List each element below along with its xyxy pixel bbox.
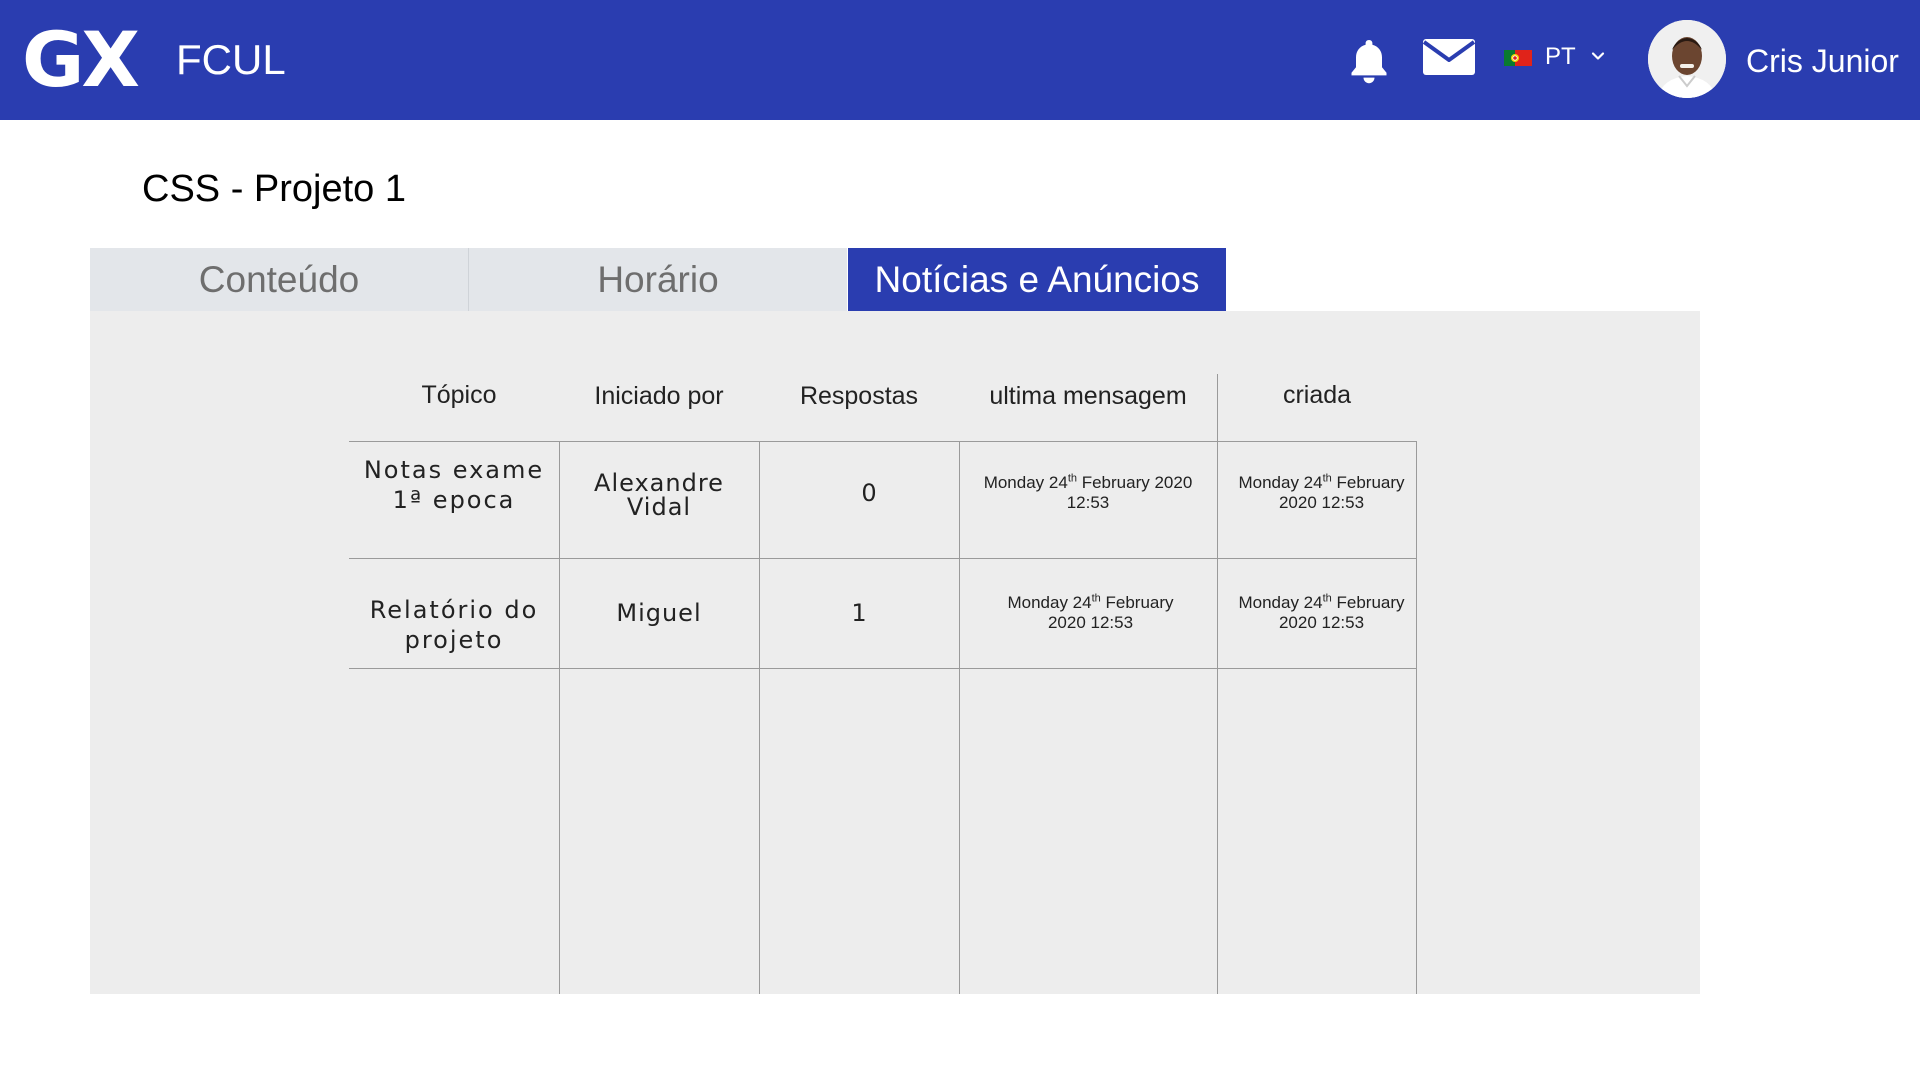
topic-line: Notas exame [363,456,545,484]
tab-noticias-e-anuncios[interactable]: Notícias e Anúncios [848,248,1226,311]
gx-logo[interactable]: GX [22,22,140,98]
table-row-created: Monday 24th February 2020 12:53 [1217,590,1426,636]
column-header-respostas[interactable]: Respostas [759,371,959,421]
date-line: 2020 12:53 [1278,613,1365,632]
date-line: Monday 24th February 2020 [983,472,1193,492]
user-name[interactable]: Cris Junior [1746,42,1899,80]
table-row-topic[interactable]: Relatório do projeto [349,590,559,660]
mail-icon[interactable] [1422,38,1476,76]
bell-icon[interactable] [1348,38,1390,84]
table-column-divider [759,441,760,994]
table-row-author: Miguel [616,599,702,627]
author-line: Alexandre [594,469,724,497]
portugal-flag-icon[interactable] [1504,50,1532,66]
column-header-topico[interactable]: Tópico [359,370,559,420]
app-name: FCUL [176,36,286,83]
user-avatar[interactable] [1648,20,1726,98]
table-column-divider [1217,374,1218,994]
date-line: Monday 24th February [1007,592,1174,612]
table-row-divider [349,441,1417,442]
date-line: 2020 12:53 [1278,493,1365,512]
column-header-iniciado-por[interactable]: Iniciado por [559,371,759,421]
date-line: 2020 12:53 [1047,613,1134,632]
column-header-criada[interactable]: criada [1217,370,1417,420]
table-row-replies: 0 [861,479,877,507]
date-line: 12:53 [1066,493,1110,512]
table-row-created: Monday 24th February 2020 12:53 [1217,470,1426,516]
table-row-last-message: Monday 24th February 2020 12:53 [959,590,1222,636]
top-navigation-bar: GX FCUL PT Cris Junior [0,0,1920,120]
table-row-divider [349,558,1417,559]
table-row-last-message: Monday 24th February 2020 12:53 [959,470,1217,516]
author-line: Vidal [626,493,692,521]
tab-conteudo[interactable]: Conteúdo [90,248,468,311]
topic-line: Relatório do [369,596,539,624]
chevron-down-icon[interactable] [1590,48,1606,64]
column-header-ultima-mensagem[interactable]: ultima mensagem [959,371,1217,421]
page-title: CSS - Projeto 1 [142,168,406,210]
table-row-author: Alexandre Vidal [559,465,759,525]
table-column-divider [959,441,960,994]
topic-line: 1ª epoca [392,486,516,514]
table-row-replies: 1 [851,599,867,627]
table-row-divider [349,668,1417,669]
tab-horario[interactable]: Horário [469,248,847,311]
topic-line: projeto [404,626,504,654]
table-column-divider [1416,441,1417,994]
date-line: Monday 24th February [1238,592,1405,612]
date-line: Monday 24th February [1238,472,1405,492]
language-selector[interactable]: PT [1545,42,1576,72]
table-row-topic[interactable]: Notas exame 1ª epoca [349,450,559,520]
